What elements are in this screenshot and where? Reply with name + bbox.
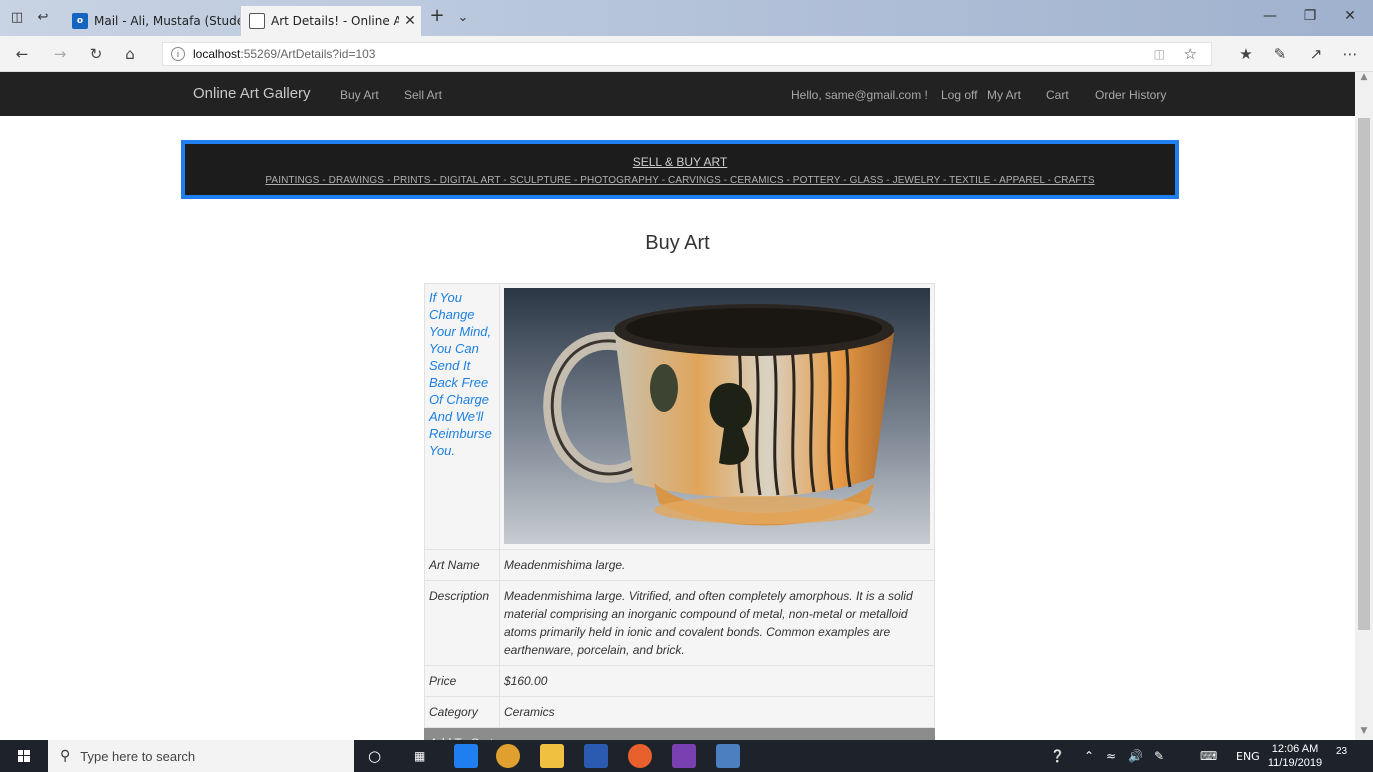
art-name-value: Meadenmishima large. <box>499 549 935 581</box>
category-value: Ceramics <box>499 696 935 728</box>
description-label: Description <box>424 580 500 666</box>
word-icon[interactable] <box>584 744 608 768</box>
nav-log-off[interactable]: Log off <box>941 88 977 102</box>
tab-art-details-title: Art Details! - Online Art <box>271 14 399 28</box>
cortana-icon[interactable]: ○ <box>368 747 381 765</box>
help-icon[interactable]: ❔ <box>1050 749 1065 763</box>
show-hidden-icons-icon[interactable]: ⌃ <box>1084 749 1094 763</box>
outlook-icon: o <box>72 13 88 29</box>
close-tab-icon[interactable]: ✕ <box>399 13 421 29</box>
keyboard-icon[interactable]: ⌨ <box>1200 749 1217 763</box>
file-explorer-icon[interactable] <box>540 744 564 768</box>
tab-art-details[interactable]: Art Details! - Online Art ✕ <box>241 6 421 36</box>
search-icon: ⚲ <box>60 748 71 764</box>
description-row: Description Meadenmishima large. Vitrifi… <box>424 580 935 666</box>
back-icon[interactable]: ← <box>12 44 32 64</box>
start-button[interactable] <box>0 740 48 772</box>
home-icon[interactable]: ⌂ <box>120 44 140 64</box>
banner-title-link[interactable]: SELL & BUY ART <box>633 155 728 169</box>
scroll-down-arrow-icon[interactable]: ▼ <box>1355 726 1373 740</box>
url-path: :55269/ArtDetails?id=103 <box>240 47 376 61</box>
notes-icon[interactable]: ✎ <box>1270 44 1290 64</box>
windows-logo-icon <box>18 750 30 762</box>
nav-cart[interactable]: Cart <box>1046 88 1069 102</box>
windows-taskbar: ⚲ Type here to search ○ ▦ ❔ ⌃ ≈ 🔊 ✎ ⌨ EN… <box>0 740 1373 772</box>
category-row: Category Ceramics <box>424 696 935 728</box>
search-placeholder: Type here to search <box>80 748 196 764</box>
promo-row: If You Change Your Mind, You Can Send It… <box>424 283 935 550</box>
wifi-icon[interactable]: ≈ <box>1106 749 1116 763</box>
price-row: Price $160.00 <box>424 665 935 697</box>
taskbar-search[interactable]: ⚲ Type here to search <box>48 740 354 772</box>
action-center-icon[interactable]: 23 <box>1336 746 1358 766</box>
visual-studio-icon[interactable] <box>672 744 696 768</box>
set-tabs-aside-icon[interactable]: ↩ <box>34 9 52 27</box>
tab-mail[interactable]: o Mail - Ali, Mustafa (Student) <box>64 6 240 36</box>
add-to-cart-row: Add To Cart <box>424 727 935 740</box>
app-icon[interactable] <box>716 744 740 768</box>
page-icon <box>249 13 265 29</box>
nav-sell-art[interactable]: Sell Art <box>404 88 442 102</box>
browser-toolbar: ← → ↻ ⌂ i localhost:55269/ArtDetails?id=… <box>0 36 1373 72</box>
category-banner: SELL & BUY ART PAINTINGS - DRAWINGS - PR… <box>181 140 1179 199</box>
edge-icon[interactable] <box>454 744 478 768</box>
brand-link[interactable]: Online Art Gallery <box>193 85 311 102</box>
art-details-table: If You Change Your Mind, You Can Send It… <box>424 283 935 740</box>
tab-mail-title: Mail - Ali, Mustafa (Student) <box>94 14 240 28</box>
close-window-icon[interactable]: ✕ <box>1330 8 1370 24</box>
art-image <box>504 288 930 544</box>
tab-preview-chevron-icon[interactable]: ⌄ <box>454 9 472 27</box>
clock-date: 11/19/2019 <box>1267 757 1323 769</box>
task-view-icon[interactable]: ▦ <box>414 749 425 763</box>
favorite-star-icon[interactable]: ☆ <box>1184 45 1197 63</box>
site-info-icon[interactable]: i <box>171 47 185 61</box>
art-name-label: Art Name <box>424 549 500 581</box>
url-host: localhost <box>193 47 241 61</box>
price-value: $160.00 <box>499 665 935 697</box>
site-navbar: Online Art Gallery Buy Art Sell Art Hell… <box>0 72 1355 116</box>
chrome-icon[interactable] <box>496 744 520 768</box>
page-title: Buy Art <box>645 232 710 254</box>
restore-icon[interactable]: ❐ <box>1290 8 1330 24</box>
description-value: Meadenmishima large. Vitrified, and ofte… <box>499 580 935 666</box>
add-to-cart-button[interactable]: Add To Cart <box>424 727 935 740</box>
language-indicator[interactable]: ENG <box>1236 750 1260 763</box>
banner-category-links[interactable]: PAINTINGS - DRAWINGS - PRINTS - DIGITAL … <box>185 175 1175 186</box>
nav-greeting[interactable]: Hello, same@gmail.com ! <box>791 88 928 102</box>
nav-order-history[interactable]: Order History <box>1095 88 1166 102</box>
scroll-thumb[interactable] <box>1358 118 1370 630</box>
nav-buy-art[interactable]: Buy Art <box>340 88 379 102</box>
minimize-icon[interactable]: — <box>1250 8 1290 24</box>
more-icon[interactable]: ⋯ <box>1340 44 1360 64</box>
tab-actions-icon[interactable]: ◫ <box>8 9 26 27</box>
clock-time: 12:06 AM <box>1271 743 1319 755</box>
forward-icon[interactable]: → <box>50 44 70 64</box>
category-label: Category <box>424 696 500 728</box>
art-image-cell <box>499 283 935 550</box>
volume-icon[interactable]: 🔊 <box>1128 749 1143 763</box>
firefox-icon[interactable] <box>628 744 652 768</box>
address-bar[interactable]: i localhost:55269/ArtDetails?id=103 ◫ ☆ <box>162 42 1212 66</box>
page-scrollbar[interactable]: ▲ ▼ <box>1355 72 1373 740</box>
new-tab-icon[interactable]: + <box>428 7 446 25</box>
reading-view-icon[interactable]: ◫ <box>1154 47 1165 61</box>
refresh-icon[interactable]: ↻ <box>86 44 106 64</box>
notification-count: 23 <box>1336 746 1348 757</box>
return-policy-text: If You Change Your Mind, You Can Send It… <box>424 283 500 550</box>
clock[interactable]: 12:06 AM 11/19/2019 <box>1264 742 1326 770</box>
share-icon[interactable]: ↗ <box>1306 44 1326 64</box>
price-label: Price <box>424 665 500 697</box>
scroll-up-arrow-icon[interactable]: ▲ <box>1355 72 1373 86</box>
favorites-icon[interactable]: ★ <box>1236 44 1256 64</box>
art-name-row: Art Name Meadenmishima large. <box>424 549 935 581</box>
page-viewport: Online Art Gallery Buy Art Sell Art Hell… <box>0 72 1355 740</box>
nav-my-art[interactable]: My Art <box>987 88 1021 102</box>
pen-icon[interactable]: ✎ <box>1154 749 1164 763</box>
browser-tab-strip: ◫ ↩ o Mail - Ali, Mustafa (Student) Art … <box>0 0 1373 36</box>
